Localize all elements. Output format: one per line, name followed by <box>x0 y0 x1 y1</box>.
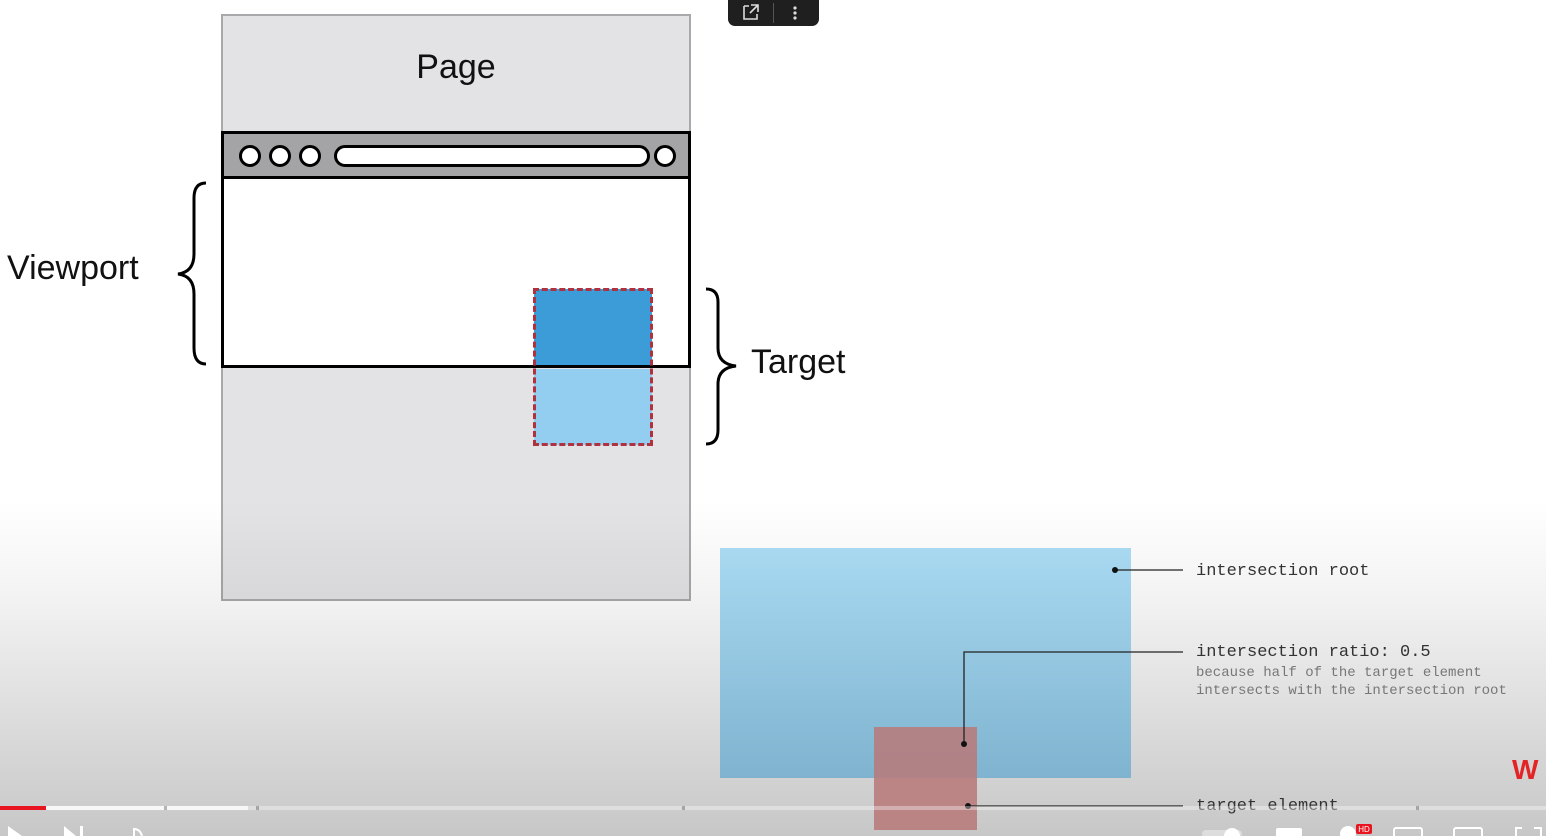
theater-mode-icon[interactable] <box>1452 826 1486 836</box>
autoplay-toggle[interactable] <box>1202 826 1248 836</box>
more-vert-icon[interactable] <box>789 4 801 22</box>
chapter-marker <box>256 806 259 810</box>
next-icon[interactable] <box>62 826 88 836</box>
overlay-top-controls <box>728 0 819 26</box>
video-frame: Page Viewport Target intersection root i… <box>0 0 1546 836</box>
share-icon[interactable] <box>740 2 762 22</box>
hd-badge: HD <box>1358 825 1370 834</box>
overlay-divider <box>773 3 774 23</box>
intersection-ratio-label: intersection ratio: 0.5 <box>1196 643 1431 662</box>
volume-icon[interactable] <box>124 826 150 836</box>
intersection-root-label: intersection root <box>1196 562 1370 581</box>
fullscreen-icon[interactable] <box>1514 826 1544 836</box>
chapter-marker <box>682 806 685 810</box>
ratio-note-line-2: intersects with the intersection root <box>1196 683 1507 699</box>
channel-logo: W <box>1512 754 1539 785</box>
miniplayer-icon[interactable] <box>1392 826 1426 836</box>
ratio-note-line-1: because half of the target element <box>1196 665 1482 681</box>
play-icon[interactable] <box>6 826 26 836</box>
callout-lines <box>961 567 1183 809</box>
settings-icon[interactable]: HD <box>1334 822 1374 836</box>
chapter-marker <box>164 806 167 810</box>
progress-played <box>0 806 46 810</box>
subtitles-icon[interactable] <box>1274 826 1304 836</box>
chapter-marker <box>1416 806 1419 810</box>
